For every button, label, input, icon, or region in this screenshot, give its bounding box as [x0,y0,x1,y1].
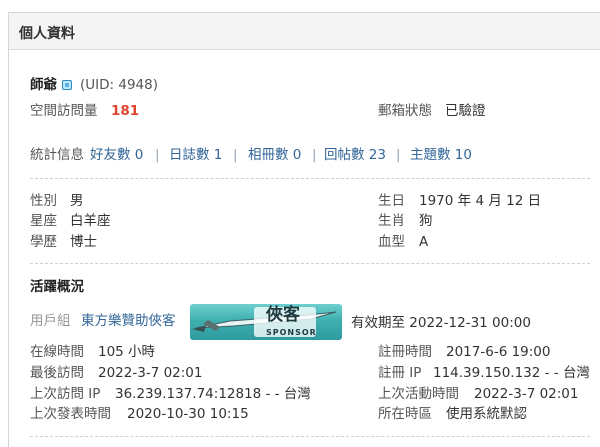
education-value: 博士 [70,234,97,250]
online-time-label: 在線時間 [30,344,84,360]
divider [30,436,590,437]
user-group-link[interactable]: 東方樂贊助俠客 [81,312,176,330]
online-time-value: 105 小時 [98,344,156,360]
zodiac-value: 白羊座 [70,213,111,229]
badge-title: 俠客 [266,305,300,325]
panel-title: 個人資料 [19,26,75,42]
email-status-label: 郵箱狀態 [378,103,432,119]
last-ip-label: 上次訪問 IP [30,386,101,402]
sponsor-badge: 俠客 SPONSOR [190,304,342,340]
last-visit-label: 最後訪問 [30,365,84,381]
email-status-value: 已驗證 [445,103,486,119]
stats-separator: | [155,147,160,163]
reg-time-value: 2017-6-6 19:00 [446,344,551,360]
last-active-value: 2022-3-7 02:01 [474,386,579,402]
user-uid: (UID: 4948) [80,77,158,93]
last-active-label: 上次活動時間 [378,386,459,402]
last-post-label: 上次發表時間 [30,406,111,422]
blood-type-value: A [419,234,429,250]
chinese-zodiac-label: 生肖 [378,213,405,229]
birthday-value: 1970 年 4 月 12 日 [419,193,542,209]
reg-ip-value: 114.39.150.132 - - 台灣 [433,365,590,381]
stats-separator: | [396,147,401,163]
badge-subtitle: SPONSOR [266,328,317,337]
divider [30,263,590,264]
replies-count-link[interactable]: 回帖數 23 [324,146,386,164]
username: 師爺 [30,77,57,93]
stats-separator: | [233,147,238,163]
birthday-label: 生日 [378,193,405,209]
stats-separator: | [312,147,317,163]
gender-label: 性別 [30,193,57,209]
visits-label: 空間訪問量 [30,103,98,119]
friends-count-link[interactable]: 好友數 0 [90,146,143,164]
timezone-value: 使用系統默認 [446,406,527,422]
last-post-value: 2020-10-30 10:15 [127,406,249,422]
activity-heading: 活躍概況 [30,279,84,295]
visits-value: 181 [111,103,140,119]
education-label: 學歷 [30,234,57,250]
blood-type-label: 血型 [378,234,405,250]
zodiac-label: 星座 [30,213,57,229]
chinese-zodiac-value: 狗 [419,213,433,229]
reg-time-label: 註冊時間 [378,344,432,360]
blogs-count-link[interactable]: 日誌數 1 [169,146,222,164]
albums-count-link[interactable]: 相冊數 0 [248,146,301,164]
online-status-icon [62,80,72,90]
reg-ip-label: 註冊 IP [378,365,422,381]
divider [30,178,590,179]
last-ip-value: 36.239.137.74:12818 - - 台灣 [115,386,311,402]
timezone-label: 所在時區 [378,406,432,422]
panel-header: 個人資料 [9,13,600,50]
stats-label: 統計信息 [30,147,84,163]
group-expiry: 有效期至 2022-12-31 00:00 [351,315,531,331]
last-visit-value: 2022-3-7 02:01 [98,365,203,381]
user-group-label: 用戶組 [30,313,71,329]
topics-count-link[interactable]: 主題數 10 [410,146,472,164]
gender-value: 男 [70,193,84,209]
